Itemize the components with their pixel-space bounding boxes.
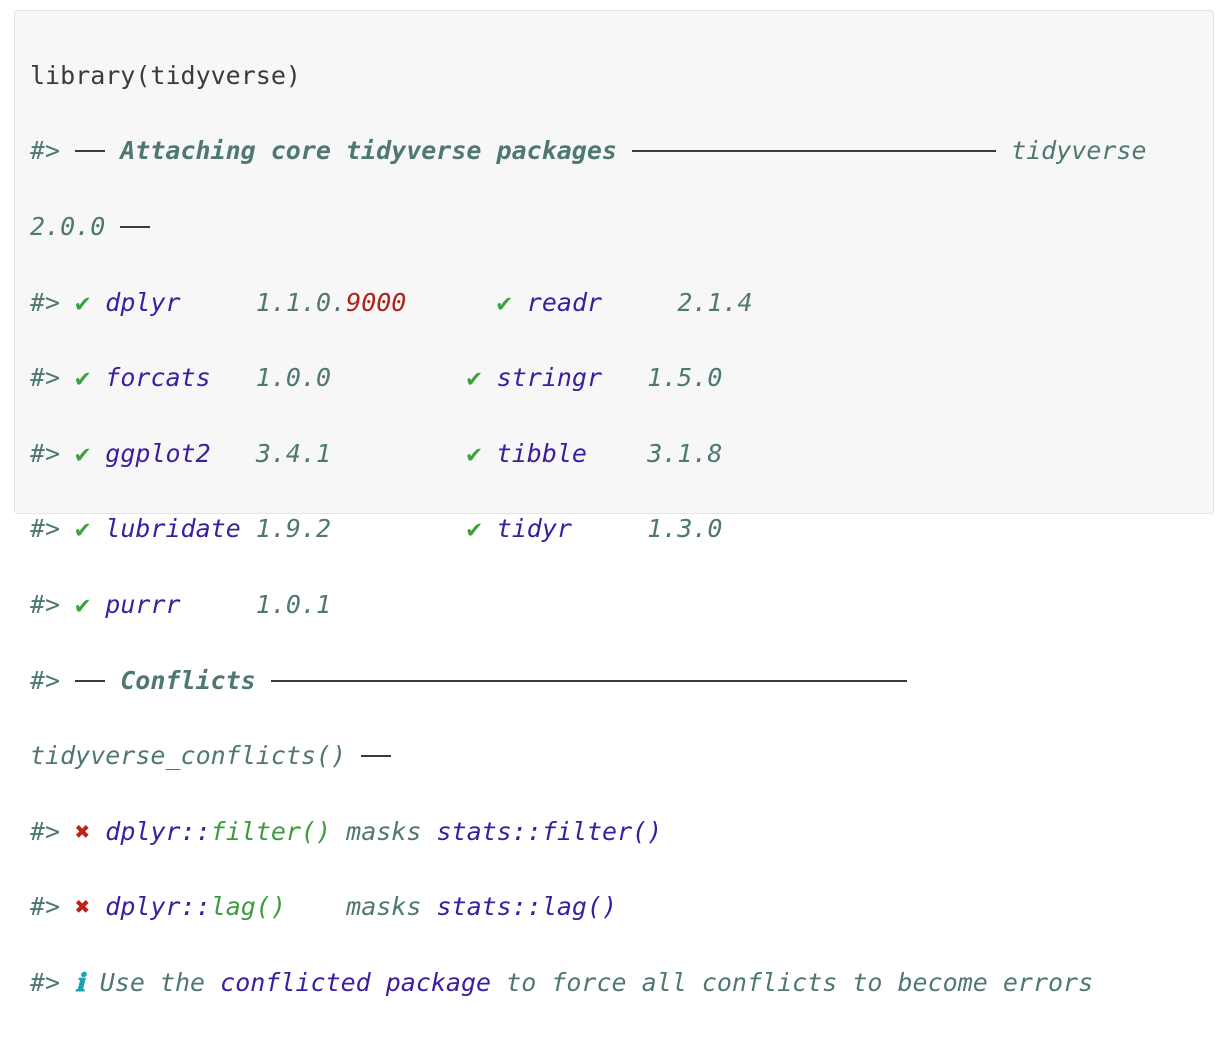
prompt: #> bbox=[30, 438, 61, 468]
version-label: tidyverse bbox=[1011, 136, 1147, 166]
prompt: #> bbox=[30, 665, 61, 695]
conflicts-header: Conflicts bbox=[120, 665, 256, 695]
package-version-dev: 9000 bbox=[346, 287, 407, 317]
check-icon: ✔ bbox=[466, 363, 482, 393]
attach-header: Attaching core tidyverse packages bbox=[120, 136, 617, 166]
masked-package: stats:: bbox=[436, 892, 542, 922]
package-version: 1.0.1 bbox=[255, 589, 332, 619]
masked-package: stats:: bbox=[436, 816, 542, 846]
info-text: to force all conflicts to become errors bbox=[506, 967, 1094, 997]
package-version: 1.1.0. bbox=[255, 287, 347, 317]
package-row: #> ✔ lubridate 1.9.2 ✔ tidyr 1.3.0 bbox=[30, 510, 1147, 548]
masks-text: masks bbox=[346, 816, 422, 846]
package-version: 1.3.0 bbox=[647, 514, 723, 544]
rule-short bbox=[75, 679, 106, 682]
package-name: purrr bbox=[105, 589, 181, 619]
package-version: 1.0.0 bbox=[255, 363, 332, 393]
rule-short bbox=[120, 225, 151, 228]
check-icon: ✔ bbox=[75, 589, 91, 619]
package-row: #> ✔ forcats 1.0.0 ✔ stringr 1.5.0 bbox=[30, 359, 1147, 397]
package-name: readr bbox=[526, 287, 603, 317]
prompt: #> bbox=[30, 589, 61, 619]
conflicts-fn: tidyverse_conflicts() bbox=[30, 741, 347, 771]
library-call: library(tidyverse) bbox=[30, 60, 301, 90]
info-text: Use the bbox=[99, 967, 206, 997]
conflict-row: #> ✖ dplyr::filter() masks stats::filter… bbox=[30, 813, 1147, 851]
code-line-library: library(tidyverse) bbox=[30, 57, 1147, 95]
prompt: #> bbox=[30, 363, 61, 393]
check-icon: ✔ bbox=[75, 514, 91, 544]
code-block: library(tidyverse) #> Attaching core tid… bbox=[14, 10, 1214, 997]
package-row: #> ✔ dplyr 1.1.0.9000 ✔ readr 2.1.4 bbox=[30, 284, 1147, 322]
output-line-info: #> ℹ Use the conflicted package to force… bbox=[30, 964, 1147, 1002]
code-content: library(tidyverse) #> Attaching core tid… bbox=[30, 19, 1147, 1048]
version-value: 2.0.0 bbox=[30, 211, 106, 241]
package-name: lubridate bbox=[105, 514, 241, 544]
conflict-row: #> ✖ dplyr::lag() masks stats::lag() bbox=[30, 888, 1147, 926]
output-line-attach-header: #> Attaching core tidyverse packages tid… bbox=[30, 132, 1147, 170]
info-icon: ℹ bbox=[75, 967, 85, 997]
prompt: #> bbox=[30, 967, 61, 997]
output-line-version: 2.0.0 bbox=[30, 208, 1147, 246]
check-icon: ✔ bbox=[75, 287, 91, 317]
prompt: #> bbox=[30, 892, 61, 922]
package-name: tidyr bbox=[496, 514, 572, 544]
masks-text: masks bbox=[346, 892, 422, 922]
cross-icon: ✖ bbox=[75, 892, 91, 922]
cross-icon: ✖ bbox=[75, 816, 91, 846]
check-icon: ✔ bbox=[75, 438, 91, 468]
rule-long bbox=[632, 150, 996, 153]
conflict-package: dplyr:: bbox=[105, 892, 211, 922]
package-version: 2.1.4 bbox=[677, 287, 753, 317]
output-line-conflicts-header: #> Conflicts bbox=[30, 662, 1147, 700]
check-icon: ✔ bbox=[496, 287, 512, 317]
rule-long bbox=[270, 679, 907, 682]
conflict-function: lag() bbox=[210, 892, 286, 922]
package-name: dplyr bbox=[105, 287, 181, 317]
check-icon: ✔ bbox=[466, 438, 482, 468]
check-icon: ✔ bbox=[466, 514, 482, 544]
package-version: 3.4.1 bbox=[255, 438, 332, 468]
package-row: #> ✔ ggplot2 3.4.1 ✔ tibble 3.1.8 bbox=[30, 435, 1147, 473]
package-version: 3.1.8 bbox=[647, 438, 723, 468]
prompt: #> bbox=[30, 816, 61, 846]
prompt: #> bbox=[30, 287, 61, 317]
check-icon: ✔ bbox=[75, 363, 91, 393]
package-row: #> ✔ purrr 1.0.1 bbox=[30, 586, 1147, 624]
masked-function: filter() bbox=[541, 816, 663, 846]
package-version: 1.5.0 bbox=[647, 363, 723, 393]
info-package: conflicted package bbox=[220, 967, 492, 997]
rule-short bbox=[75, 150, 106, 153]
package-name: tibble bbox=[496, 438, 587, 468]
package-name: stringr bbox=[496, 363, 603, 393]
conflict-package: dplyr:: bbox=[105, 816, 211, 846]
package-version: 1.9.2 bbox=[255, 514, 332, 544]
conflict-function: filter() bbox=[210, 816, 332, 846]
rule-short bbox=[361, 755, 392, 758]
prompt: #> bbox=[30, 136, 61, 166]
package-name: forcats bbox=[105, 363, 211, 393]
prompt: #> bbox=[30, 514, 61, 544]
masked-function: lag() bbox=[541, 892, 618, 922]
output-line-conflicts-fn: tidyverse_conflicts() bbox=[30, 737, 1147, 775]
package-name: ggplot2 bbox=[105, 438, 211, 468]
